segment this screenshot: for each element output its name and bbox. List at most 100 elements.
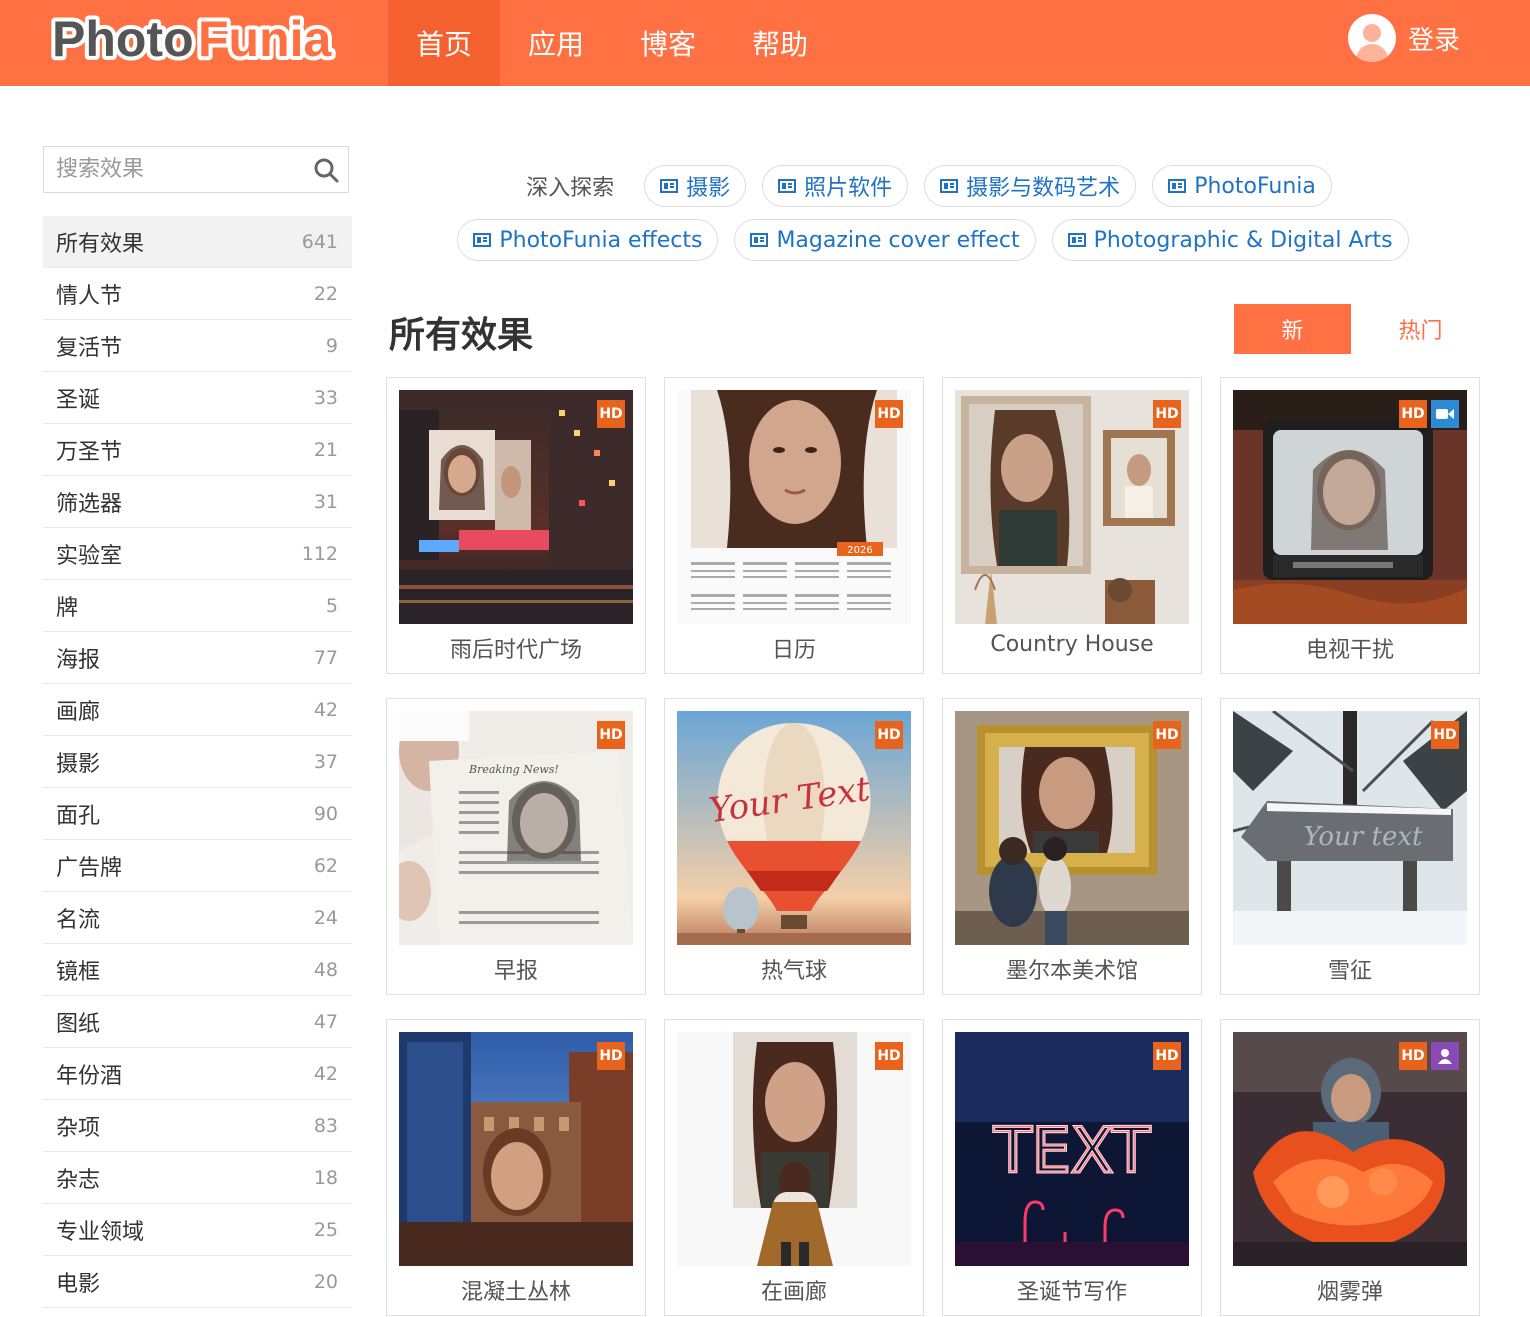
nav-blog[interactable]: 博客 <box>612 0 724 86</box>
sidebar-category-item[interactable]: 摄影 37 <box>43 736 352 788</box>
effect-title[interactable]: 混凝土丛林 <box>387 1274 645 1306</box>
explore-tag[interactable]: Magazine cover effect <box>734 219 1036 261</box>
effect-card[interactable]: HD 墨尔本美术馆 <box>942 698 1202 995</box>
photo-snow-sign[interactable]: Your text HD <box>1233 711 1467 945</box>
effect-card[interactable]: HD 混凝土丛林 <box>386 1019 646 1316</box>
category-label: 图纸 <box>56 1011 101 1037</box>
category-label: 摄影 <box>56 751 101 777</box>
category-label: 年份酒 <box>56 1063 123 1089</box>
effect-card[interactable]: TEXT TEXT HD 圣诞节写作 <box>942 1019 1202 1316</box>
sidebar-category-item[interactable]: 筛选器 31 <box>43 476 352 528</box>
effect-title[interactable]: 圣诞节写作 <box>943 1274 1201 1306</box>
explore-tag-label: Photographic & Digital Arts <box>1093 227 1393 253</box>
photo-in-gallery[interactable]: HD <box>677 1032 911 1266</box>
effect-card[interactable]: HD 电视干扰 <box>1220 377 1480 674</box>
login-label: 登录 <box>1408 25 1461 56</box>
effect-card[interactable]: HD 在画廊 <box>664 1019 924 1316</box>
hd-badge: HD <box>875 721 903 749</box>
explore-tag[interactable]: 摄影 <box>644 165 747 207</box>
explore-tag[interactable]: PhotoFunia <box>1152 165 1332 207</box>
sidebar-category-item[interactable]: 图纸 47 <box>43 996 352 1048</box>
sidebar-category-item[interactable]: 复活节 9 <box>43 320 352 372</box>
photo-christmas-writing[interactable]: TEXT TEXT HD <box>955 1032 1189 1266</box>
sidebar-category-item[interactable]: 名流 24 <box>43 892 352 944</box>
nav-help[interactable]: 帮助 <box>724 0 836 86</box>
effect-title[interactable]: 雨后时代广场 <box>387 632 645 664</box>
hd-badge: HD <box>1399 1042 1427 1070</box>
category-label: 名流 <box>56 907 101 933</box>
sidebar-category-item[interactable]: 年份酒 42 <box>43 1048 352 1100</box>
effect-title[interactable]: 电视干扰 <box>1221 632 1479 664</box>
login-button[interactable]: 登录 <box>1348 14 1460 62</box>
category-list: 所有效果 641 情人节 22 复活节 9 圣诞 33 万圣节 21 筛选器 31 实验室 112 牌 5 海报… <box>43 216 352 1308</box>
svg-text:TEXT: TEXT <box>993 1114 1151 1187</box>
category-count: 18 <box>313 1166 338 1189</box>
sidebar-category-item[interactable]: 广告牌 62 <box>43 840 352 892</box>
sidebar-category-item[interactable]: 圣诞 33 <box>43 372 352 424</box>
effect-card[interactable]: Your Text HD 热气球 <box>664 698 924 995</box>
explore-label: 深入探索 <box>526 176 615 201</box>
hd-badge: HD <box>597 400 625 428</box>
effect-card[interactable]: 2026 HD 日历 <box>664 377 924 674</box>
sidebar-category-item[interactable]: 电影 20 <box>43 1256 352 1308</box>
explore-tag[interactable]: 照片软件 <box>762 165 909 207</box>
sidebar-category-item[interactable]: 面孔 90 <box>43 788 352 840</box>
photo-newspaper[interactable]: Breaking News! HD <box>399 711 633 945</box>
sidebar-category-item[interactable]: 情人节 22 <box>43 268 352 320</box>
category-label: 画廊 <box>56 699 101 725</box>
photo-hot-air-balloon[interactable]: Your Text HD <box>677 711 911 945</box>
effect-title[interactable]: 烟雾弹 <box>1221 1274 1479 1306</box>
sidebar-category-item[interactable]: 实验室 112 <box>43 528 352 580</box>
explore-row-1: 深入探索 摄影 照片软件 摄影与数码艺术 PhotoFunia <box>386 164 1480 208</box>
article-icon <box>750 233 769 247</box>
sidebar-category-item[interactable]: 镜框 48 <box>43 944 352 996</box>
category-label: 万圣节 <box>56 439 123 465</box>
sidebar-category-item[interactable]: 万圣节 21 <box>43 424 352 476</box>
category-label: 情人节 <box>56 283 123 309</box>
sort-popular-button[interactable]: 热门 <box>1362 304 1479 354</box>
effect-card[interactable]: HD 烟雾弹 <box>1220 1019 1480 1316</box>
sidebar-category-item[interactable]: 画廊 42 <box>43 684 352 736</box>
sidebar-category-item[interactable]: 所有效果 641 <box>43 216 352 268</box>
sidebar-category-item[interactable]: 海报 77 <box>43 632 352 684</box>
effect-title[interactable]: Country House <box>943 632 1201 657</box>
photofunia-logo[interactable]: Photo Photo Funia Funia <box>48 10 348 70</box>
effect-title[interactable]: 在画廊 <box>665 1274 923 1306</box>
photo-times-square[interactable]: HD <box>399 390 633 624</box>
sidebar-category-item[interactable]: 杂项 83 <box>43 1100 352 1152</box>
sidebar-category-item[interactable]: 牌5 <box>43 580 352 632</box>
sort-new-button[interactable]: 新 <box>1234 304 1351 354</box>
effect-title[interactable]: 墨尔本美术馆 <box>943 953 1201 985</box>
article-icon <box>940 179 959 193</box>
effect-card[interactable]: Your text HD 雪征 <box>1220 698 1480 995</box>
nav-apps[interactable]: 应用 <box>500 0 612 86</box>
photo-melbourne-gallery[interactable]: HD <box>955 711 1189 945</box>
explore-tag[interactable]: Photographic & Digital Arts <box>1051 219 1409 261</box>
photo-country-house[interactable]: HD <box>955 390 1189 624</box>
hd-badge: HD <box>875 400 903 428</box>
effect-title[interactable]: 早报 <box>387 953 645 985</box>
explore-tag[interactable]: PhotoFunia effects <box>457 219 719 261</box>
explore-tag[interactable]: 摄影与数码艺术 <box>924 165 1137 207</box>
hd-badge: HD <box>597 1042 625 1070</box>
photo-smoke-bomb[interactable]: HD <box>1233 1032 1467 1266</box>
effect-card[interactable]: HD Country House <box>942 377 1202 674</box>
photo-tv-interference[interactable]: HD <box>1233 390 1467 624</box>
sidebar-category-item[interactable]: 杂志 18 <box>43 1152 352 1204</box>
effect-title[interactable]: 热气球 <box>665 953 923 985</box>
effect-card[interactable]: Breaking News! HD 早报 <box>386 698 646 995</box>
category-count: 112 <box>301 542 338 565</box>
nav-home[interactable]: 首页 <box>388 0 500 86</box>
sidebar-category-item[interactable]: 专业领域 25 <box>43 1204 352 1256</box>
page-title: 所有效果 <box>389 315 534 356</box>
effect-title[interactable]: 雪征 <box>1221 953 1479 985</box>
search-icon[interactable] <box>313 157 339 183</box>
search-input[interactable] <box>44 147 304 192</box>
photo-calendar[interactable]: 2026 HD <box>677 390 911 624</box>
explore-tag-label: 照片软件 <box>804 176 893 201</box>
svg-text:Funia: Funia <box>198 11 333 67</box>
effect-title[interactable]: 日历 <box>665 632 923 664</box>
effect-card[interactable]: HD 雨后时代广场 <box>386 377 646 674</box>
photo-concrete-jungle[interactable]: HD <box>399 1032 633 1266</box>
article-icon <box>778 179 797 193</box>
